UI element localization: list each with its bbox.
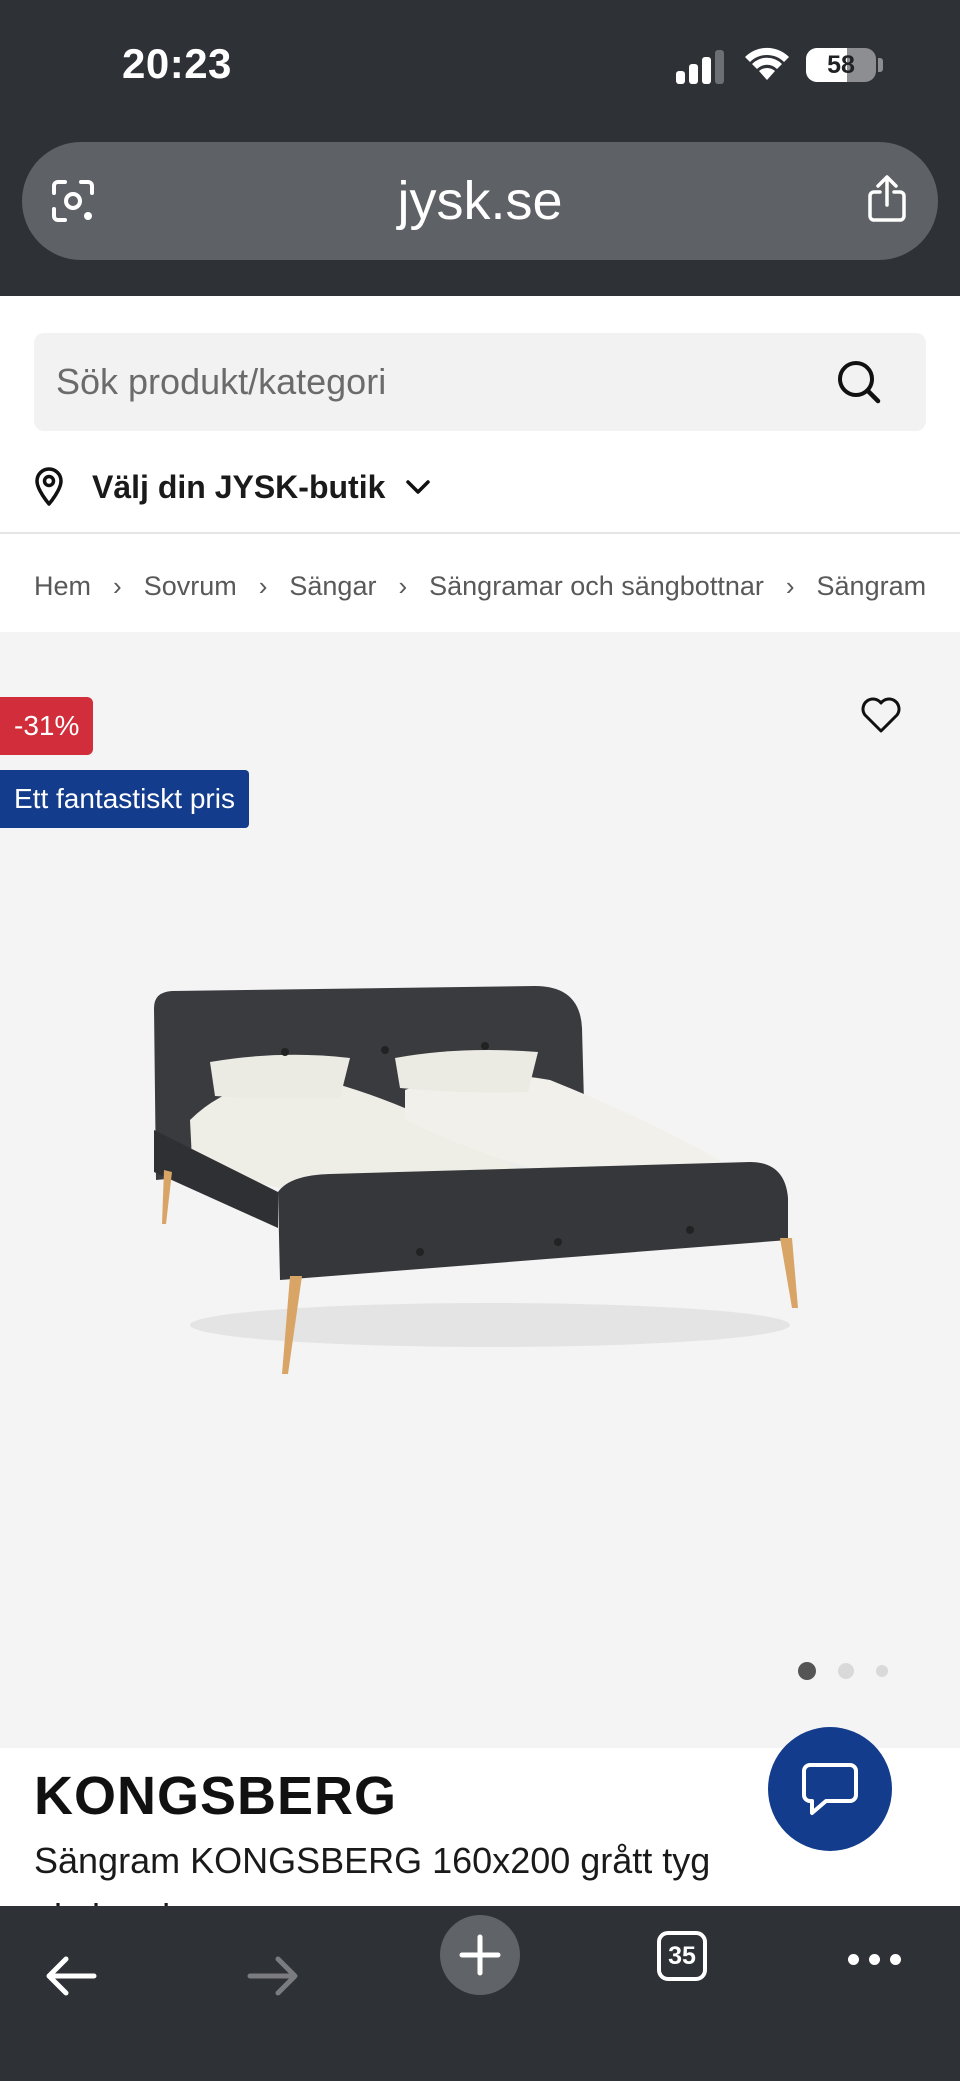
breadcrumb-item-sangramar[interactable]: Sängramar och sängbottnar <box>429 571 764 602</box>
breadcrumb-separator: › <box>785 570 795 601</box>
gallery-pagination[interactable] <box>798 1662 888 1680</box>
breadcrumb-separator: › <box>113 570 122 601</box>
store-selector-label[interactable]: Välj din JYSK-butik <box>92 469 385 506</box>
location-pin-icon <box>35 467 63 506</box>
tab-switcher-button[interactable]: 35 <box>657 1931 707 1981</box>
breadcrumb-separator: › <box>258 570 268 601</box>
offer-badge: Ett fantastiskt pris <box>0 770 249 828</box>
plus-icon <box>459 1934 501 1976</box>
gallery-dot-1[interactable] <box>798 1662 816 1680</box>
browser-chrome-top: 20:23 58 jysk.se <box>0 0 960 296</box>
breadcrumb-item-sangram[interactable]: Sängram <box>817 571 926 602</box>
battery-cap <box>878 58 883 72</box>
store-selector[interactable]: Välj din JYSK-butik <box>34 462 431 512</box>
browser-toolbar-bottom: 35 <box>0 1906 960 2081</box>
more-menu-icon[interactable] <box>848 1954 901 1965</box>
url-text[interactable]: jysk.se <box>22 142 938 260</box>
favorite-heart-icon[interactable] <box>860 696 902 734</box>
header-divider <box>0 532 960 534</box>
product-image[interactable] <box>130 970 830 1390</box>
battery-percent: 58 <box>827 51 855 79</box>
breadcrumb-item-sovrum[interactable]: Sovrum <box>144 571 237 602</box>
breadcrumb-separator: › <box>398 570 408 601</box>
breadcrumb-item-sangar[interactable]: Sängar <box>289 571 376 602</box>
product-name-line2: ekeben ben <box>34 1896 222 1906</box>
back-arrow-icon[interactable] <box>44 1954 98 1998</box>
new-tab-button[interactable] <box>440 1915 520 1995</box>
address-bar[interactable]: jysk.se <box>22 142 938 260</box>
breadcrumb: Hem › Sovrum › Sängar › Sängramar och sä… <box>34 560 926 612</box>
gallery-dot-2[interactable] <box>838 1663 854 1679</box>
search-input[interactable] <box>56 333 816 431</box>
chat-bubble-icon <box>802 1763 858 1815</box>
battery-icon: 58 <box>806 48 876 82</box>
product-brand: KONGSBERG <box>34 1766 398 1826</box>
search-icon[interactable] <box>836 359 882 405</box>
forward-arrow-icon[interactable] <box>246 1954 300 1998</box>
status-time: 20:23 <box>122 40 232 87</box>
gallery-dot-3[interactable] <box>876 1665 888 1677</box>
cellular-signal-icon <box>676 50 726 84</box>
share-icon[interactable] <box>866 174 908 224</box>
search-bar[interactable] <box>34 333 926 431</box>
product-name: Sängram KONGSBERG 160x200 grått tyg <box>34 1840 711 1881</box>
chat-button[interactable] <box>768 1727 892 1851</box>
breadcrumb-item-hem[interactable]: Hem <box>34 571 91 602</box>
discount-badge: -31% <box>0 697 94 755</box>
wifi-icon <box>745 47 789 80</box>
chevron-down-icon[interactable] <box>405 479 431 495</box>
